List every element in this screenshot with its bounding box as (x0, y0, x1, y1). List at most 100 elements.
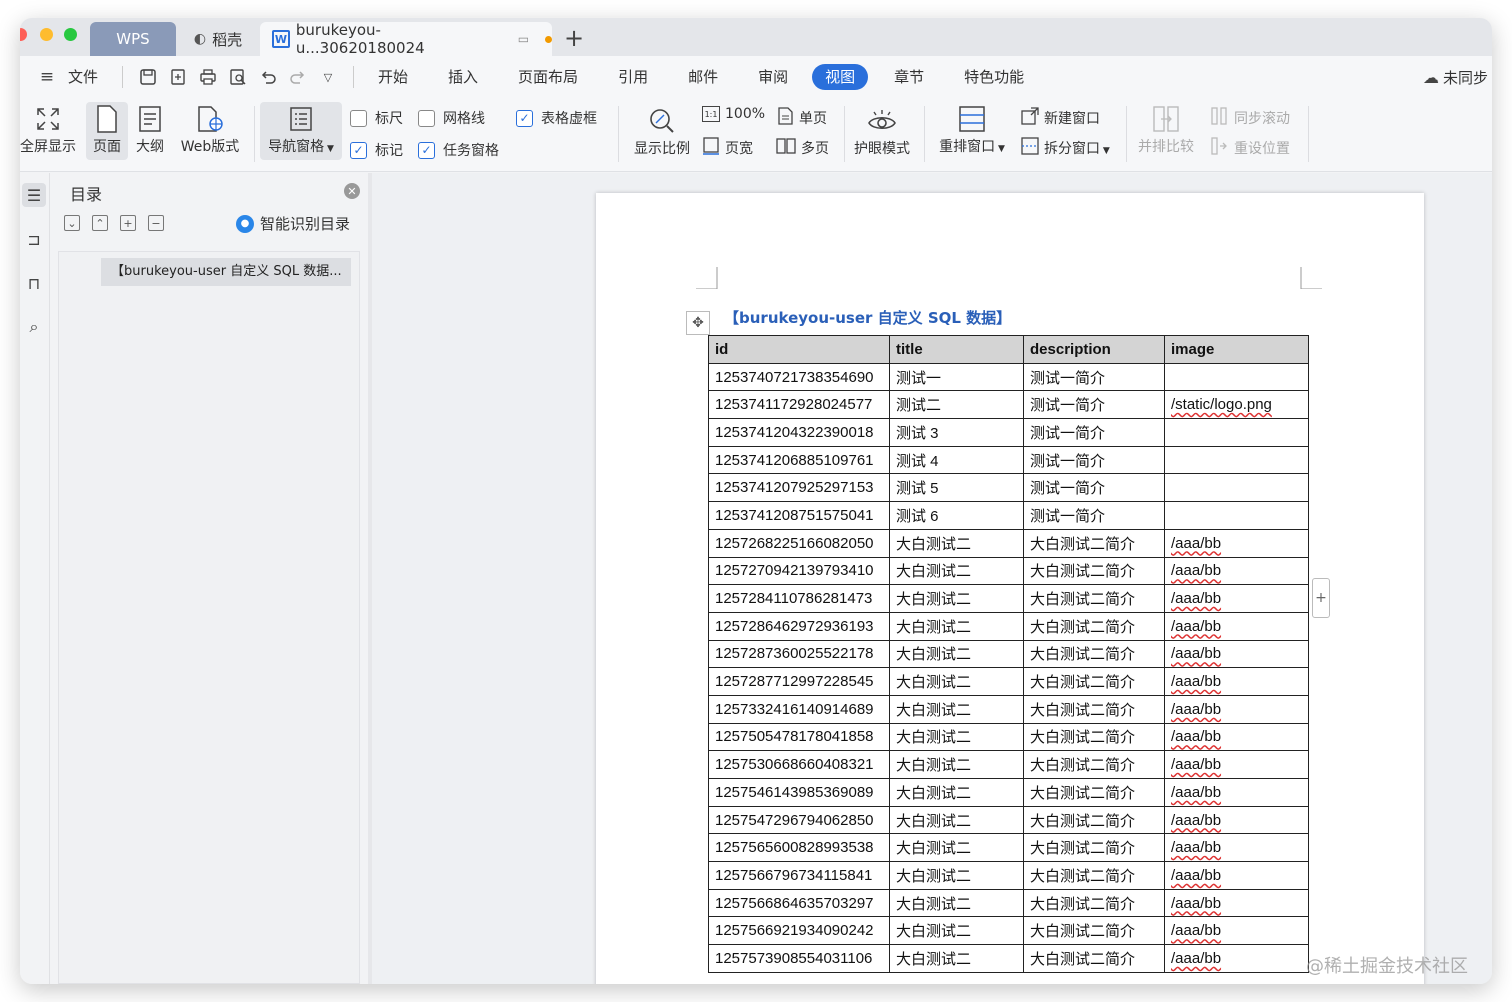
bookmark-icon[interactable]: ⊓ (22, 271, 46, 295)
table-cell[interactable]: 测试 5 (889, 473, 1024, 503)
menu-references[interactable]: 引用 (604, 64, 662, 90)
menu-home[interactable]: 开始 (364, 64, 422, 90)
table-cell[interactable]: 1253741207925297153 (708, 473, 890, 503)
table-cell[interactable]: 大白测试二 (889, 694, 1024, 724)
table-cell[interactable]: 测试一简介 (1023, 390, 1165, 420)
table-cell[interactable]: 大白测试二简介 (1023, 584, 1165, 613)
table-cell[interactable]: 测试一简介 (1023, 501, 1165, 530)
menu-sections[interactable]: 章节 (880, 64, 938, 90)
outline-view-button[interactable]: 大纲 (132, 102, 168, 156)
fullscreen-button[interactable]: 全屏显示 (20, 102, 78, 156)
table-cell[interactable] (1164, 445, 1309, 475)
table-cell[interactable]: /aaa/bb (1164, 722, 1309, 752)
table-cell[interactable]: 大白测试二 (889, 584, 1024, 613)
table-move-handle[interactable]: ✥ (686, 311, 710, 335)
compare-side-by-side-button[interactable]: 并排比较 (1134, 102, 1198, 156)
table-cell[interactable]: 大白测试二简介 (1023, 833, 1165, 863)
chapter-nav-icon[interactable]: ⊐ (22, 227, 46, 251)
toc-entry[interactable]: 【burukeyou-user 自定义 SQL 数据... (101, 258, 351, 286)
table-cell[interactable]: 1257530668660408321 (708, 750, 890, 779)
column-header[interactable]: image (1164, 335, 1309, 364)
sync-scroll-button[interactable]: 同步滚动 (1210, 106, 1290, 130)
collapse-all-icon[interactable]: ⌃ (92, 215, 108, 231)
sync-status[interactable]: 未同步 (1443, 67, 1488, 88)
table-cell[interactable]: 测试一简介 (1023, 445, 1165, 475)
table-cell[interactable]: 大白测试二简介 (1023, 694, 1165, 724)
table-cell[interactable]: /aaa/bb (1164, 833, 1309, 863)
table-cell[interactable]: /aaa/bb (1164, 584, 1309, 613)
table-cell[interactable]: 测试一简介 (1023, 362, 1165, 392)
table-cell[interactable]: 大白测试二 (889, 888, 1024, 918)
table-cell[interactable]: 测试 6 (889, 501, 1024, 530)
table-cell[interactable]: 测试一 (889, 362, 1024, 392)
tab-document[interactable]: W burukeyou-u...30620180024 ▭ (260, 21, 553, 57)
reset-position-button[interactable]: 重设位置 (1210, 136, 1290, 160)
print-icon[interactable] (197, 66, 219, 88)
table-cell[interactable]: 大白测试二简介 (1023, 667, 1165, 696)
close-window-button[interactable] (20, 28, 27, 41)
table-cell[interactable]: 大白测试二 (889, 778, 1024, 807)
table-cell[interactable]: 大白测试二 (889, 528, 1024, 558)
table-cell[interactable]: 大白测试二 (889, 944, 1024, 973)
table-cell[interactable]: 大白测试二 (889, 611, 1024, 641)
zoom-button[interactable]: 显示比例 (630, 104, 694, 158)
table-cell[interactable]: 1257287360025522178 (708, 639, 890, 669)
table-cell[interactable]: 大白测试二 (889, 556, 1024, 586)
menu-special-features[interactable]: 特色功能 (950, 64, 1038, 90)
table-cell[interactable]: 大白测试二 (889, 639, 1024, 669)
table-cell[interactable]: 测试一简介 (1023, 473, 1165, 503)
export-pdf-icon[interactable] (167, 66, 189, 88)
minimize-window-button[interactable] (40, 28, 53, 41)
add-column-button[interactable]: + (1312, 578, 1330, 618)
table-cell[interactable]: 大白测试二简介 (1023, 778, 1165, 807)
print-preview-icon[interactable] (227, 66, 249, 88)
table-cell[interactable]: 1257332416140914689 (708, 694, 890, 724)
table-cell[interactable]: /aaa/bb (1164, 611, 1309, 641)
collapse-icon[interactable]: − (148, 215, 164, 231)
search-icon[interactable]: ⌕ (22, 315, 46, 339)
menu-insert[interactable]: 插入 (434, 64, 492, 90)
web-layout-button[interactable]: Web版式 (178, 102, 242, 156)
table-cell[interactable]: /aaa/bb (1164, 694, 1309, 724)
table-cell[interactable]: 大白测试二简介 (1023, 611, 1165, 641)
zoom-window-button[interactable] (64, 28, 77, 41)
table-cell[interactable]: 1257566921934090242 (708, 916, 890, 946)
single-page-button[interactable]: 单页 (776, 106, 827, 130)
menu-mailings[interactable]: 邮件 (674, 64, 732, 90)
new-window-button[interactable]: 新建窗口 (1020, 106, 1100, 130)
arrange-windows-button[interactable]: 重排窗口 ▼ (932, 102, 1012, 156)
table-cell[interactable]: 1257505478178041858 (708, 722, 890, 752)
table-cell[interactable]: /aaa/bb (1164, 916, 1309, 946)
table-cell[interactable]: 大白测试二简介 (1023, 750, 1165, 779)
table-cell[interactable]: 1257565600828993538 (708, 833, 890, 863)
table-cell[interactable]: 大白测试二 (889, 916, 1024, 946)
table-cell[interactable]: 大白测试二 (889, 750, 1024, 779)
table-cell[interactable]: 大白测试二 (889, 805, 1024, 835)
table-cell[interactable]: 1257547296794062850 (708, 805, 890, 835)
page-width-button[interactable]: 页宽 (702, 136, 753, 160)
table-cell[interactable]: /aaa/bb (1164, 888, 1309, 918)
table-cell[interactable]: 大白测试二简介 (1023, 722, 1165, 752)
table-cell[interactable]: 测试 4 (889, 445, 1024, 475)
table-gridlines-checkbox[interactable]: ✓ 表格虚框 (516, 108, 597, 128)
table-cell[interactable]: 大白测试二简介 (1023, 639, 1165, 669)
quick-access-dropdown-icon[interactable]: ▽ (317, 66, 339, 88)
save-icon[interactable] (137, 66, 159, 88)
table-cell[interactable]: 1257268225166082050 (708, 528, 890, 558)
table-cell[interactable]: 测试一简介 (1023, 418, 1165, 447)
expand-all-icon[interactable]: ⌄ (64, 215, 80, 231)
toc-panel-icon[interactable]: ☰ (22, 183, 46, 207)
table-cell[interactable]: 测试二 (889, 390, 1024, 420)
menu-review[interactable]: 审阅 (744, 64, 802, 90)
table-cell[interactable]: 大白测试二简介 (1023, 861, 1165, 890)
table-cell[interactable]: /aaa/bb (1164, 528, 1309, 558)
table-cell[interactable]: 大白测试二简介 (1023, 556, 1165, 586)
tab-wps[interactable]: WPS (90, 22, 176, 56)
table-cell[interactable]: /aaa/bb (1164, 861, 1309, 890)
column-header[interactable]: title (889, 335, 1024, 364)
table-cell[interactable]: 1253740721738354690 (708, 362, 890, 392)
table-cell[interactable]: 1257287712997228545 (708, 667, 890, 696)
table-cell[interactable]: 1257270942139793410 (708, 556, 890, 586)
tab-daoke[interactable]: ◐ 稻壳 (180, 22, 256, 56)
table-cell[interactable]: 1253741204322390018 (708, 418, 890, 447)
